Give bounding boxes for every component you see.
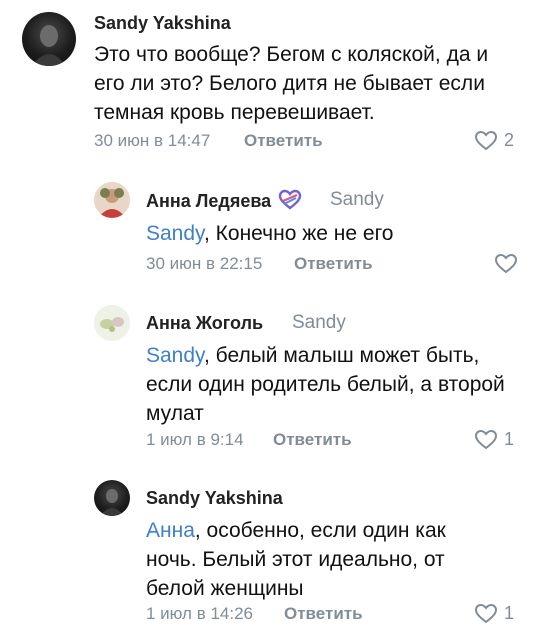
- avatar[interactable]: [94, 182, 130, 218]
- heart-icon: [494, 253, 518, 274]
- avatar[interactable]: [22, 12, 76, 66]
- heart-icon: [474, 603, 498, 624]
- comment-author[interactable]: Анна Ледяева: [146, 189, 302, 212]
- reply-button[interactable]: Ответить: [284, 604, 363, 624]
- comment-text: Sandy, белый малыш может быть, если один…: [146, 341, 521, 428]
- comment-author[interactable]: Анна Жоголь: [146, 313, 263, 334]
- like-button[interactable]: 2: [474, 130, 514, 151]
- comment-date: 30 июн в 14:47: [94, 131, 211, 150]
- comment-text: Sandy, Конечно же не его: [146, 219, 516, 248]
- avatar-image: [32, 25, 66, 66]
- reply-button[interactable]: Ответить: [273, 430, 352, 450]
- mention-link[interactable]: Sandy: [146, 222, 204, 245]
- avatar-image: [98, 188, 126, 218]
- like-button[interactable]: 1: [474, 429, 514, 450]
- avatar-image: [100, 317, 124, 332]
- comment-date: 1 июл в 14:26: [146, 604, 253, 623]
- comment-body: Это что вообще? Бегом с коляской, да и е…: [94, 43, 489, 124]
- reply-to[interactable]: Sandy: [330, 189, 384, 211]
- like-count: 1: [504, 603, 515, 623]
- comment-author[interactable]: Sandy Yakshina: [146, 488, 283, 509]
- comment-text: Это что вообще? Бегом с коляской, да и е…: [94, 40, 519, 127]
- heart-badge-icon: [279, 189, 302, 210]
- like-button[interactable]: [494, 253, 518, 274]
- reply-to[interactable]: Sandy: [292, 312, 346, 334]
- mention-link[interactable]: Sandy: [146, 344, 204, 367]
- reply-button[interactable]: Ответить: [244, 131, 323, 151]
- mention-link[interactable]: Анна: [146, 519, 195, 542]
- comment-date: 30 июн в 22:15: [146, 254, 263, 273]
- heart-icon: [474, 130, 498, 151]
- reply-button[interactable]: Ответить: [294, 254, 373, 274]
- avatar[interactable]: [94, 305, 130, 341]
- author-name: Анна Ледяева: [146, 191, 272, 211]
- comment-author[interactable]: Sandy Yakshina: [94, 13, 231, 34]
- avatar-image: [100, 489, 124, 516]
- like-count: 2: [504, 130, 515, 150]
- avatar[interactable]: [94, 480, 130, 516]
- like-button[interactable]: 1: [474, 603, 514, 624]
- heart-icon: [474, 429, 498, 450]
- comment-date: 1 июл в 9:14: [146, 430, 244, 449]
- comment-body: , Конечно же не его: [204, 222, 394, 245]
- like-count: 1: [504, 429, 515, 449]
- comment-text: Анна, особенно, если один как ночь. Белы…: [146, 516, 491, 603]
